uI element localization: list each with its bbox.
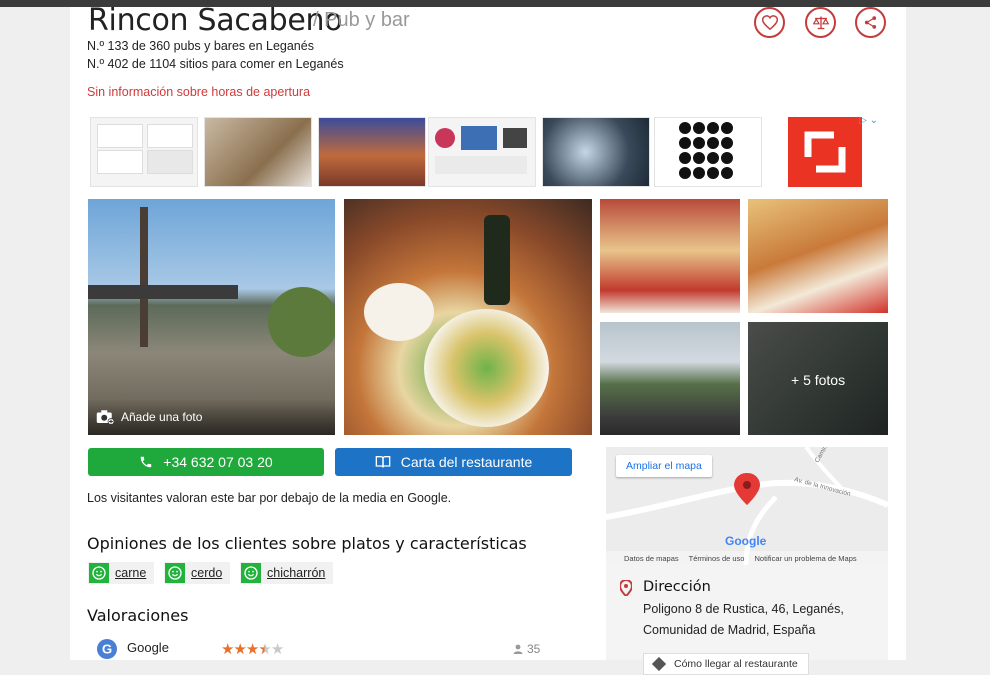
tag-label: chicharrón <box>267 566 326 580</box>
google-icon: G <box>97 639 117 659</box>
place-page: Rincon Sacabeno / Pub y bar N.º 133 de 3… <box>70 3 906 675</box>
star-icon: ★ <box>245 641 259 658</box>
add-photo-icon <box>96 410 114 425</box>
ad-choices-icon[interactable]: ▷ ⌄ <box>859 115 878 126</box>
rating-source: Google <box>127 640 169 655</box>
map-terms-link[interactable]: Términos de uso <box>689 554 745 563</box>
hours-notice: Sin información sobre horas de apertura <box>87 85 311 99</box>
star-icon: ★ <box>233 641 246 658</box>
ad-thumb-slides[interactable] <box>90 117 198 187</box>
star-icon: ★ <box>258 641 271 658</box>
map-report-link[interactable]: Notificar un problema de Maps <box>754 554 856 563</box>
photo-more[interactable]: + 5 fotos <box>748 322 888 435</box>
favorite-button[interactable] <box>754 7 785 38</box>
phone-icon <box>141 456 152 468</box>
photo-people-bbq[interactable] <box>600 322 740 435</box>
address-title: Dirección <box>643 579 711 595</box>
call-button[interactable]: +34 632 07 03 20 <box>88 448 324 476</box>
map-widget[interactable]: Av. de la Innovación Camino Ampliar el m… <box>606 447 888 565</box>
rating-stars: ★★★★★ <box>221 640 284 658</box>
ad-logo[interactable] <box>788 117 862 187</box>
scale-icon <box>812 16 829 30</box>
rank-eat: N.º 402 de 1104 sitios para comer en Leg… <box>87 57 344 71</box>
ratings-heading: Valoraciones <box>87 606 189 625</box>
menu-button-label: Carta del restaurante <box>400 454 533 470</box>
directions-button[interactable]: Cómo llegar al restaurante <box>643 653 809 675</box>
add-photo-link[interactable]: Añade una foto <box>121 410 202 424</box>
star-icon: ★ <box>221 641 234 658</box>
tag-chicharron[interactable]: chicharrón <box>240 562 334 584</box>
ad-thumb-boxes[interactable] <box>204 117 312 187</box>
heart-icon <box>761 15 778 30</box>
book-icon <box>375 456 391 468</box>
ad-thumb-street[interactable] <box>318 117 426 187</box>
tag-label: carne <box>115 566 147 580</box>
star-icon: ★ <box>270 641 284 658</box>
google-logo-text: Google <box>725 534 767 548</box>
location-pin-icon <box>620 580 632 596</box>
place-title: Rincon Sacabeno <box>88 3 343 38</box>
google-maps-logo: Google <box>725 534 766 548</box>
user-icon <box>513 644 523 654</box>
address-line-2: Comunidad de Madrid, España <box>643 623 816 637</box>
more-photos-label[interactable]: + 5 fotos <box>791 372 845 388</box>
rank-pubs: N.º 133 de 360 pubs y bares en Leganés <box>87 39 314 53</box>
menu-button[interactable]: Carta del restaurante <box>335 448 572 476</box>
tag-carne[interactable]: carne <box>88 562 155 584</box>
call-button-label: +34 632 07 03 20 <box>163 454 273 470</box>
photo-food-salad[interactable] <box>344 199 592 435</box>
visitors-summary: Los visitantes valoran este bar por deba… <box>87 491 452 505</box>
ad-thumb-wheel[interactable] <box>542 117 650 187</box>
map-data-link[interactable]: Datos de mapas <box>624 554 679 563</box>
place-category: / Pub y bar <box>313 9 410 31</box>
smile-icon <box>165 563 185 583</box>
tag-label: cerdo <box>191 566 223 580</box>
directions-icon <box>652 657 666 671</box>
share-icon <box>864 16 877 29</box>
rating-count: 35 <box>527 642 541 656</box>
compare-button[interactable] <box>805 7 836 38</box>
rating-row-google[interactable]: G Google ★★★★★ 35 <box>97 637 547 661</box>
enlarge-map-button[interactable]: Ampliar el mapa <box>616 455 712 477</box>
map-footer: Datos de mapas Términos de uso Notificar… <box>606 551 888 565</box>
ad-banner[interactable]: ▷ ⌄ <box>88 115 878 190</box>
photo-food-table-1[interactable] <box>600 199 740 313</box>
smile-icon <box>89 563 109 583</box>
photo-food-table-2[interactable] <box>748 199 888 313</box>
ad-thumb-social-icons[interactable] <box>654 117 762 187</box>
opinions-heading: Opiniones de los clientes sobre platos y… <box>87 534 527 553</box>
svg-text:G: G <box>102 642 112 657</box>
share-button[interactable] <box>855 7 886 38</box>
tag-cerdo[interactable]: cerdo <box>164 562 231 584</box>
photo-main[interactable]: Añade una foto <box>88 199 335 435</box>
smile-icon <box>241 563 261 583</box>
address-panel: Dirección Poligono 8 de Rustica, 46, Leg… <box>606 565 888 675</box>
ad-thumb-charts[interactable] <box>428 117 536 187</box>
address-line-1: Poligono 8 de Rustica, 46, Leganés, <box>643 602 844 616</box>
